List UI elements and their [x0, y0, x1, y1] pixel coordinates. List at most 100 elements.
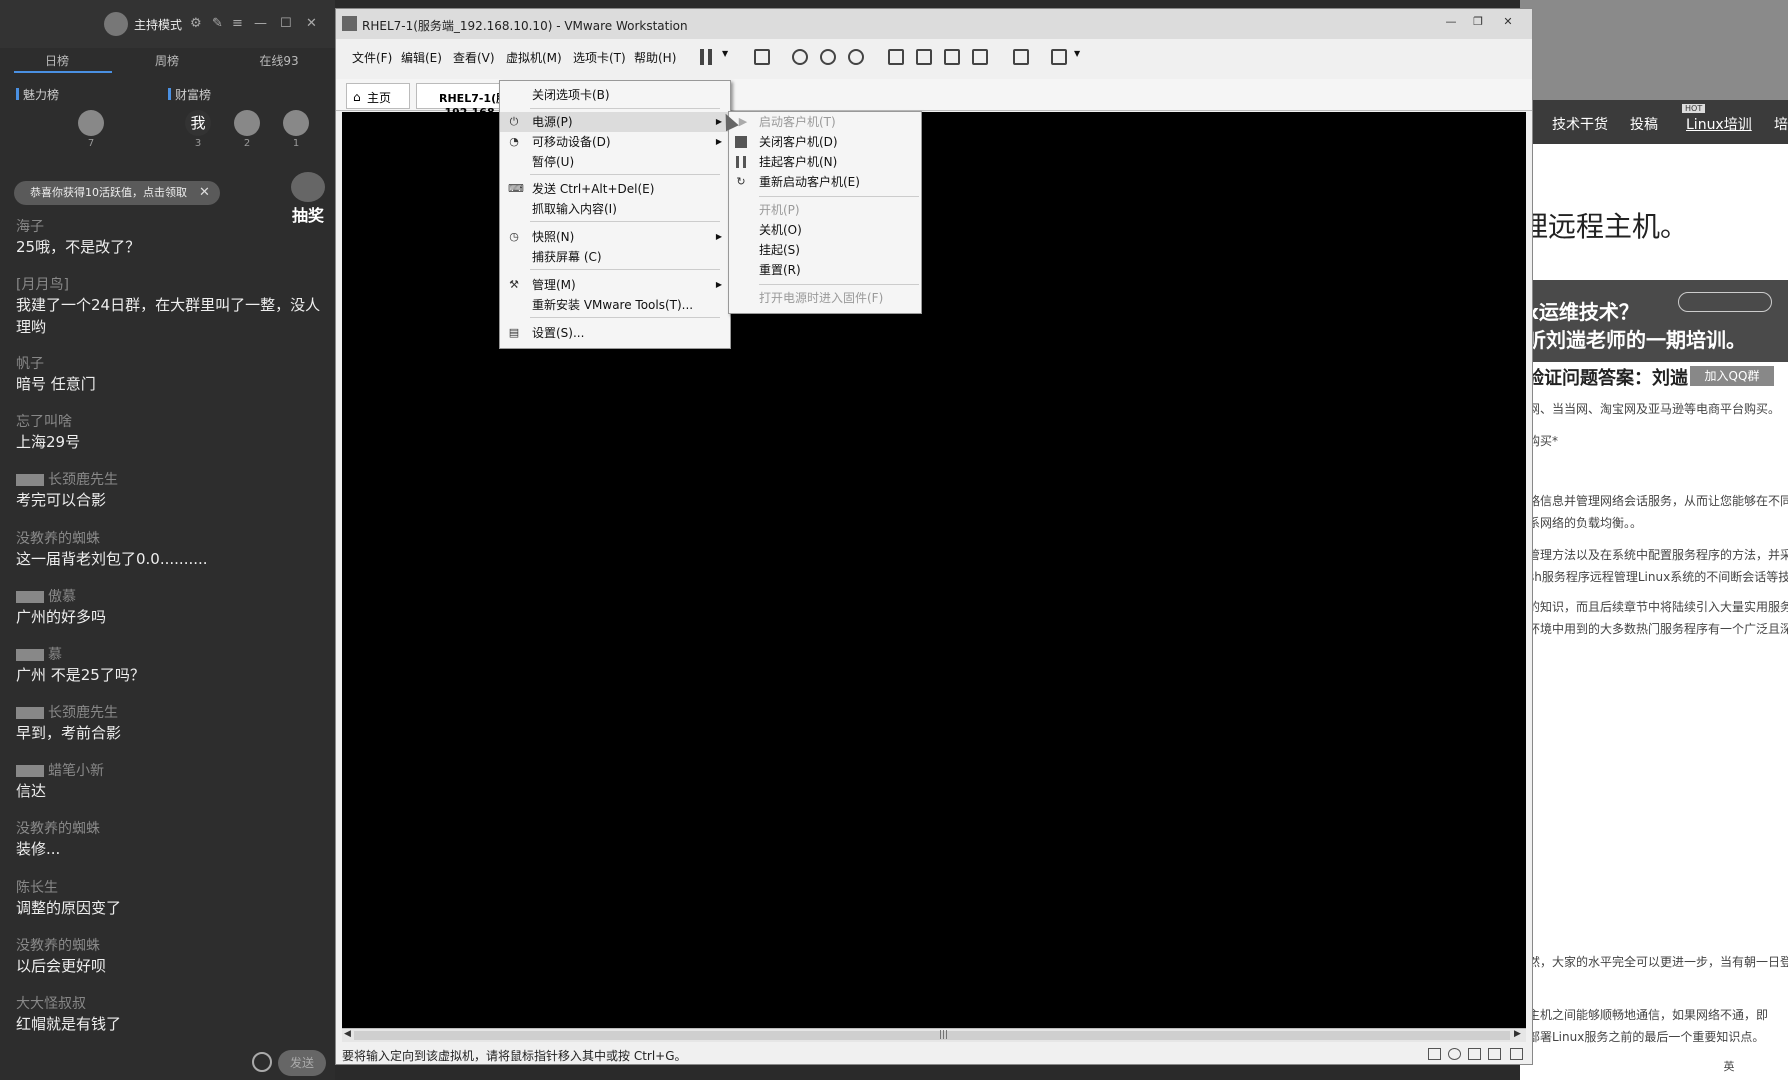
- thumbnail-icon[interactable]: [916, 49, 932, 65]
- menu-tabs[interactable]: 选项卡(T): [573, 49, 626, 66]
- menu-item-settings[interactable]: ▤ 设置(S)...: [500, 323, 730, 343]
- message-author[interactable]: 没教养的蜘蛛: [16, 818, 326, 838]
- message-author[interactable]: [月月鸟]: [16, 274, 326, 294]
- menu-item-reinstall-tools[interactable]: 重新安装 VMware Tools(T)...: [500, 295, 730, 315]
- training-banner[interactable]: x运维技术？ 听刘遄老师的一期培训。: [1520, 280, 1788, 362]
- close-icon[interactable]: ✕: [199, 185, 210, 200]
- menu-item-pause[interactable]: 暂停(U): [500, 152, 730, 172]
- tab-daily[interactable]: 日榜: [2, 52, 112, 69]
- network-icon[interactable]: [1468, 1048, 1481, 1060]
- charm-rank-label[interactable]: 魅力榜: [23, 86, 59, 103]
- menu-item-removable-devices[interactable]: ◔ 可移动设备(D) ▶: [500, 132, 730, 152]
- menu-item-close-tab[interactable]: 关闭选项卡(B): [500, 85, 730, 105]
- avatar[interactable]: [234, 110, 260, 136]
- menu-item-start-guest[interactable]: ▶ 启动客户机(T): [729, 112, 921, 132]
- menu-file[interactable]: 文件(F): [352, 49, 392, 66]
- unity-icon[interactable]: [972, 49, 988, 65]
- message-author[interactable]: 大大怪叔叔: [16, 993, 326, 1013]
- nav-item[interactable]: Linux培训: [1686, 114, 1752, 134]
- send-button[interactable]: 发送: [278, 1050, 326, 1076]
- menu-item-power-on[interactable]: 开机(P): [729, 200, 921, 220]
- message-author[interactable]: 没教养的蜘蛛: [16, 935, 326, 955]
- chevron-down-icon[interactable]: ▼: [722, 49, 728, 58]
- menu-item-reset[interactable]: 重置(R): [729, 260, 921, 280]
- avatar[interactable]: [283, 110, 309, 136]
- edit-icon[interactable]: ✎: [212, 16, 223, 31]
- minimize-icon[interactable]: —: [1439, 15, 1463, 31]
- tab-weekly[interactable]: 周榜: [112, 52, 222, 69]
- tab-online[interactable]: 在线93: [224, 52, 334, 69]
- menu-item-capture-screen[interactable]: 捕获屏幕 (C): [500, 247, 730, 267]
- menu-item-snapshot[interactable]: ◷ 快照(N) ▶: [500, 227, 730, 247]
- stretch-icon[interactable]: [1051, 49, 1067, 65]
- message-icon[interactable]: [1510, 1048, 1523, 1060]
- title-bar[interactable]: RHEL7-1(服务端_192.168.10.10) - VMware Work…: [336, 9, 1532, 39]
- lottery-button[interactable]: 抽奖: [288, 172, 328, 225]
- chat-message: 蜡笔小新 信达: [16, 760, 326, 802]
- settings-icon[interactable]: ⚙: [190, 16, 202, 31]
- horizontal-scrollbar[interactable]: ◀ ||| ▶: [342, 1028, 1526, 1042]
- chevron-down-icon[interactable]: ▼: [1074, 49, 1080, 58]
- message-author[interactable]: 长颈鹿先生: [48, 472, 118, 488]
- scroll-left-icon[interactable]: ◀: [344, 1029, 351, 1039]
- menu-item-power-on-firmware[interactable]: 打开电源时进入固件(F): [729, 288, 921, 308]
- maximize-icon[interactable]: ☐: [280, 16, 292, 31]
- avatar[interactable]: [78, 110, 104, 136]
- menu-item-label: 捕获屏幕 (C): [532, 250, 602, 264]
- menu-item-power-off[interactable]: 关机(O): [729, 220, 921, 240]
- menu-icon[interactable]: ≡: [232, 16, 243, 31]
- message-author[interactable]: 长颈鹿先生: [48, 705, 118, 721]
- menu-item-grab-input[interactable]: 抓取输入内容(I): [500, 199, 730, 219]
- message-author[interactable]: 帆子: [16, 353, 326, 373]
- message-author[interactable]: 没教养的蜘蛛: [16, 528, 326, 548]
- join-qq-button[interactable]: 加入QQ群: [1690, 366, 1774, 386]
- message-author[interactable]: 海子: [16, 216, 326, 236]
- menu-item-power[interactable]: ⏻ 电源(P) ▶: [500, 112, 730, 132]
- console-icon[interactable]: [1013, 49, 1029, 65]
- nav-item[interactable]: 技术干货: [1552, 114, 1608, 134]
- menu-item-suspend[interactable]: 挂起(S): [729, 240, 921, 260]
- fullscreen-icon[interactable]: [944, 49, 960, 65]
- menu-help[interactable]: 帮助(H): [634, 49, 676, 66]
- message-author[interactable]: 蜡笔小新: [48, 763, 104, 779]
- avatar[interactable]: 我: [185, 110, 211, 136]
- wealth-rank-label[interactable]: 财富榜: [175, 86, 211, 103]
- cdrom-icon[interactable]: [1448, 1048, 1461, 1060]
- close-icon[interactable]: ✕: [1496, 15, 1520, 31]
- message-author[interactable]: 傲慕: [48, 589, 76, 605]
- tab-home[interactable]: ⌂ 主页: [346, 83, 410, 109]
- menu-edit[interactable]: 编辑(E): [401, 49, 442, 66]
- nav-item[interactable]: 培: [1774, 114, 1788, 134]
- scroll-right-icon[interactable]: ▶: [1514, 1029, 1521, 1039]
- menu-item-send-cad[interactable]: ⌨ 发送 Ctrl+Alt+Del(E): [500, 179, 730, 199]
- menu-item-manage[interactable]: ⚒ 管理(M) ▶: [500, 275, 730, 295]
- message-author[interactable]: 陈长生: [16, 877, 326, 897]
- pause-icon[interactable]: [700, 49, 712, 65]
- browser-header: [1520, 0, 1788, 100]
- message-author[interactable]: 慕: [48, 647, 62, 663]
- activity-notice[interactable]: 恭喜你获得10活跃值，点击领取: [14, 181, 220, 205]
- display-icon[interactable]: [1488, 1048, 1501, 1060]
- host-avatar[interactable]: [104, 12, 128, 36]
- message-author[interactable]: 忘了叫啥: [16, 411, 326, 431]
- snapshot-icon[interactable]: [792, 49, 808, 65]
- revert-snapshot-icon[interactable]: [820, 49, 836, 65]
- ime-indicator[interactable]: 英: [1716, 1058, 1742, 1076]
- library-icon[interactable]: [888, 49, 904, 65]
- menu-vm[interactable]: 虚拟机(M): [506, 49, 562, 66]
- menu-item-restart-guest[interactable]: ↻ 重新启动客户机(E): [729, 172, 921, 192]
- menu-item-shutdown-guest[interactable]: 关闭客户机(D): [729, 132, 921, 152]
- emoji-icon[interactable]: [252, 1052, 272, 1072]
- restore-icon[interactable]: ❐: [1466, 15, 1490, 31]
- banner-button[interactable]: [1678, 292, 1772, 312]
- menu-item-suspend-guest[interactable]: 挂起客户机(N): [729, 152, 921, 172]
- send-keys-icon[interactable]: [754, 49, 770, 65]
- desktop: 主持模式 ⚙ ✎ ≡ — ☐ ✕ 日榜 周榜 在线93 魅力榜 财富榜 我 7 …: [0, 0, 1788, 1080]
- minimize-icon[interactable]: —: [254, 16, 267, 31]
- nav-item[interactable]: 投稿: [1630, 114, 1658, 134]
- menu-view[interactable]: 查看(V): [453, 49, 495, 66]
- close-icon[interactable]: ✕: [306, 16, 317, 31]
- hdd-icon[interactable]: [1428, 1048, 1441, 1060]
- snapshot-manager-icon[interactable]: [848, 49, 864, 65]
- scroll-thumb[interactable]: |||: [354, 1030, 1510, 1040]
